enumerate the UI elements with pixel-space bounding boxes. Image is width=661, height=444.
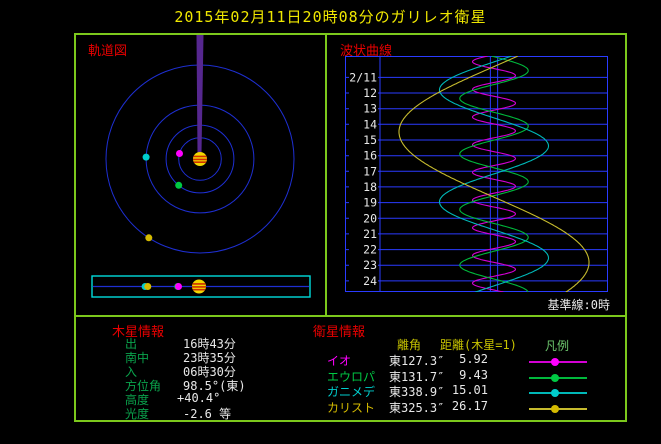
- date-tick-label: 23: [363, 258, 377, 272]
- date-tick-label: 21: [363, 227, 377, 241]
- page-title: 2015年02月11日20時08分のガリレオ衛星: [0, 6, 661, 27]
- satellite-elongation: 東127.3″: [389, 352, 444, 369]
- column-header-distance: 距離(木星=1): [440, 336, 517, 353]
- date-tick-label: 14: [363, 117, 377, 131]
- legend-heading: 凡例: [545, 337, 569, 354]
- date-tick-label: 20: [363, 211, 377, 225]
- satellite-elongation: 東325.3″: [389, 399, 444, 416]
- date-tick-label: 13: [363, 102, 377, 116]
- satellite-elongation: 東338.9″: [389, 383, 444, 400]
- date-tick-label: 2/11: [349, 70, 377, 84]
- jupiter-shadow-cone: [197, 35, 204, 153]
- jupiter-info-heading: 木星情報: [112, 321, 164, 340]
- orbit-diagram: [76, 35, 324, 314]
- date-tick-label: 15: [363, 133, 377, 147]
- satellite-distance: 15.01: [443, 383, 488, 397]
- wave-chart: 2/11 12 1314 15 1617 18 1920 21 2223 24: [345, 56, 608, 292]
- satellite-info-heading: 衛星情報: [313, 321, 365, 340]
- legend-item-callisto: [529, 405, 587, 413]
- panel-divider-horizontal: [74, 315, 627, 317]
- date-tick-label: 16: [363, 149, 377, 163]
- moon-dot-top: [145, 234, 152, 241]
- legend-dot: [551, 405, 559, 413]
- legend-item-ganymede: [529, 389, 587, 397]
- jupiter-row-label: 光度: [125, 405, 149, 422]
- app-window: { "title": "2015年02月11日20時08分のガリレオ衛星", "…: [0, 0, 661, 444]
- baseline-note: 基準線:0時: [500, 296, 610, 313]
- date-tick-label: 18: [363, 180, 377, 194]
- column-header-elongation: 離角: [397, 336, 421, 353]
- date-tick-label: 17: [363, 164, 377, 178]
- date-tick-label: 24: [363, 274, 377, 288]
- date-tick-label: 22: [363, 243, 377, 257]
- moon-dot-edge: [144, 283, 151, 290]
- satellite-distance: 26.17: [443, 399, 488, 413]
- jupiter-row-value: +40.4°: [177, 391, 220, 405]
- legend-item-europa: [529, 374, 587, 382]
- moon-dot-top: [143, 154, 150, 161]
- legend-dot: [551, 389, 559, 397]
- jupiter-row-value: -2.6 等: [183, 405, 231, 422]
- moon-dot-top: [176, 150, 183, 157]
- panel-divider-vertical: [325, 33, 327, 316]
- date-tick-label: 19: [363, 196, 377, 210]
- satellite-distance: 5.92: [443, 352, 488, 366]
- moon-dot-edge: [175, 283, 182, 290]
- wave-curve: [440, 56, 549, 292]
- satellite-distance: 9.43: [443, 368, 488, 382]
- satellite-name: カリスト: [327, 399, 375, 416]
- date-tick-label: 12: [363, 86, 377, 100]
- legend-dot: [551, 374, 559, 382]
- satellite-name: イオ: [327, 352, 351, 369]
- moon-dot-top: [175, 182, 182, 189]
- satellite-name: ガニメデ: [327, 383, 375, 400]
- legend-dot: [551, 358, 559, 366]
- legend-item-io: [529, 358, 587, 366]
